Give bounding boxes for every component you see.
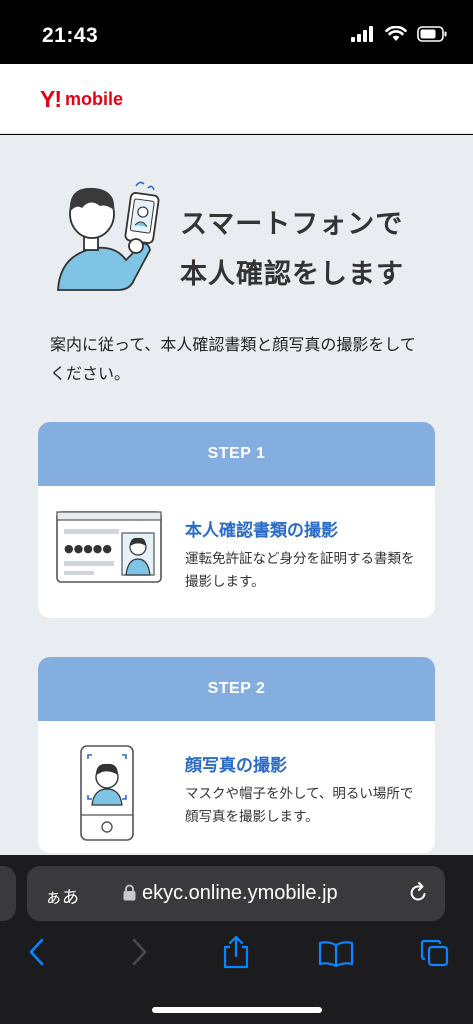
logo-y-mark: Y!	[40, 86, 62, 112]
wifi-icon	[385, 26, 407, 41]
forward-icon[interactable]	[126, 937, 150, 967]
ymobile-logo[interactable]: Y! mobile	[40, 86, 123, 113]
masked-id-number: ●●●●●	[64, 542, 112, 555]
tabs-icon[interactable]	[420, 938, 450, 968]
step-description: 運転免許証など身分を証明する書類を撮影します。	[185, 551, 415, 590]
main-content: スマートフォンで 本人確認をします 案内に従って、本人確認書類と顔写真の撮影をし…	[0, 135, 473, 855]
lock-icon	[123, 884, 136, 901]
url-text[interactable]: ekyc.online.ymobile.jp	[142, 882, 338, 905]
step-card-1: STEP 1 ●●●●● 本人確認書類の撮影 運転免許証など身分を証明する書類を…	[38, 422, 435, 618]
site-header: Y! mobile	[0, 64, 473, 134]
battery-icon	[417, 26, 447, 42]
browser-bar: ぁあ ekyc.online.ymobile.jp	[0, 855, 473, 1024]
logo-wordmark: mobile	[65, 89, 124, 109]
back-icon[interactable]	[26, 937, 50, 967]
selfie-phone-icon	[80, 745, 134, 841]
bookmarks-icon[interactable]	[318, 939, 354, 967]
status-time: 21:43	[42, 24, 99, 47]
step-description: マスクや帽子を外して、明るい場所で顔写真を撮影します。	[185, 786, 414, 825]
status-bar: 21:43	[0, 0, 473, 64]
status-icons	[351, 26, 447, 42]
step-body: ●●●●● 本人確認書類の撮影 運転免許証など身分を証明する書類を撮影します。	[38, 486, 435, 618]
cellular-signal-icon	[351, 26, 373, 42]
page-title-line2: 本人確認をします	[180, 259, 404, 290]
step-title: 顔写真の撮影	[185, 756, 287, 776]
address-bar[interactable]: ぁあ ekyc.online.ymobile.jp	[27, 866, 445, 921]
step-title: 本人確認書類の撮影	[185, 521, 338, 541]
step-header: STEP 2	[38, 657, 435, 721]
share-icon[interactable]	[220, 934, 252, 970]
step-header: STEP 1	[38, 422, 435, 486]
page-title: スマートフォンで 本人確認をします	[180, 200, 404, 300]
person-smartphone-illustration	[57, 181, 160, 291]
id-card-icon: ●●●●●	[56, 511, 162, 583]
home-indicator[interactable]	[152, 1007, 322, 1013]
text-size-button[interactable]: ぁあ	[45, 883, 79, 908]
step-body: 顔写真の撮影 マスクや帽子を外して、明るい場所で顔写真を撮影します。	[38, 721, 435, 853]
step-card-2: STEP 2 顔写真の撮影 マスクや帽子を外して、明るい場所で顔写真を撮影します…	[38, 657, 435, 853]
hero-section: スマートフォンで 本人確認をします	[56, 180, 436, 300]
previous-tab-edge[interactable]	[0, 866, 16, 921]
reload-icon[interactable]	[406, 881, 430, 905]
intro-text: 案内に従って、本人確認書類と顔写真の撮影をしてください。	[50, 335, 416, 383]
page-title-line1: スマートフォンで	[180, 209, 404, 240]
